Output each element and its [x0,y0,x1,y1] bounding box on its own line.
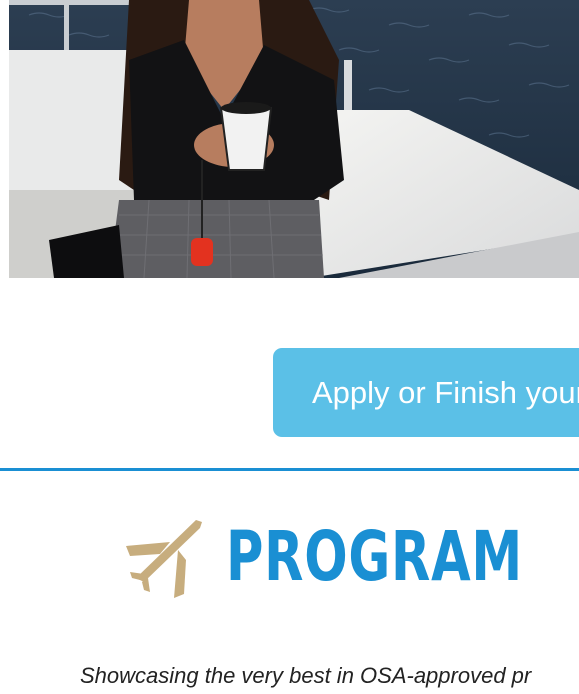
apply-button[interactable]: Apply or Finish your [273,348,579,437]
airplane-icon [126,520,202,598]
hero-photo-image [9,0,579,278]
page: Apply or Finish your PROGRAM Showcasing … [0,0,579,694]
tagline: Showcasing the very best in OSA-approved… [80,663,532,688]
program-heading: PROGRAM [126,514,579,600]
program-title: PROGRAM [226,516,523,597]
section-divider [0,468,579,471]
hero-photo [9,0,579,278]
